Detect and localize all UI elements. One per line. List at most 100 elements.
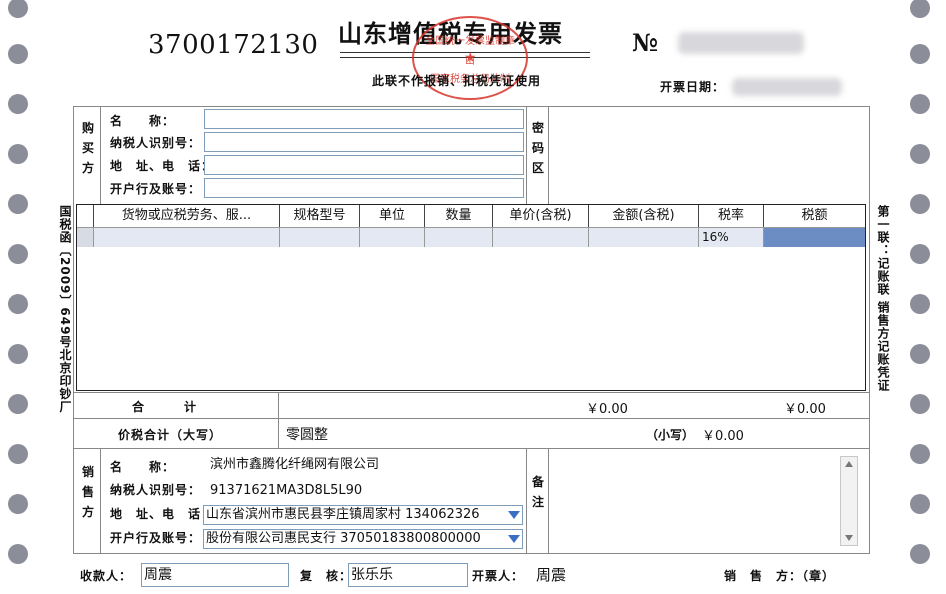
divider bbox=[548, 106, 549, 204]
combined-total-upper: 零圆整 bbox=[286, 427, 328, 443]
remarks-label: 备注 bbox=[531, 475, 544, 509]
item-qty-cell[interactable] bbox=[425, 227, 493, 247]
issuer-label: 开票人： bbox=[472, 569, 525, 583]
combined-small-label: （小写） bbox=[646, 428, 695, 442]
binder-hole bbox=[8, 294, 28, 314]
binder-hole bbox=[910, 194, 930, 214]
issue-date-label: 开票日期： bbox=[660, 80, 726, 94]
dropdown-arrow-icon[interactable] bbox=[508, 511, 520, 519]
binder-hole bbox=[8, 44, 28, 64]
copy-note: 第一联：记账联 销售方记账凭证 bbox=[876, 205, 890, 393]
row-selector[interactable] bbox=[77, 227, 94, 247]
seller-section-label: 销售方 bbox=[81, 465, 94, 519]
seller-address-select[interactable]: 山东省滨州市惠民县李庄镇周家村 134062326 bbox=[203, 505, 523, 525]
item-name-cell[interactable] bbox=[94, 227, 280, 247]
seller-bank-select[interactable]: 股份有限公司惠民支行 37050183800800000 bbox=[203, 529, 523, 549]
item-amount-cell[interactable] bbox=[589, 227, 699, 247]
seller-tax-id-value: 91371621MA3D8L5L90 bbox=[210, 483, 363, 498]
dropdown-arrow-icon[interactable] bbox=[508, 535, 520, 543]
divider bbox=[73, 392, 870, 393]
seller-name-value: 滨州市鑫腾化纤绳网有限公司 bbox=[210, 457, 380, 472]
invoice-number-label: № bbox=[632, 28, 659, 57]
issue-date-redacted bbox=[732, 78, 842, 96]
scroll-up-icon[interactable] bbox=[845, 461, 853, 467]
column-header[interactable]: 单位 bbox=[360, 205, 425, 227]
invoice-code: 3700172130 bbox=[148, 30, 319, 60]
item-spec-cell[interactable] bbox=[280, 227, 360, 247]
seller-seal-label: 销 售 方：（章） bbox=[724, 569, 836, 583]
invoice-subtitle: 此联不作报销、扣税凭证使用 bbox=[372, 74, 542, 88]
binder-hole bbox=[8, 0, 28, 18]
binder-holes-right bbox=[910, 0, 932, 594]
item-tax-rate-cell[interactable]: 16% bbox=[699, 227, 764, 247]
combined-total-label: 价税合计（大写） bbox=[118, 428, 223, 442]
binder-hole bbox=[910, 244, 930, 264]
item-tax-cell-selected[interactable] bbox=[764, 227, 865, 247]
buyer-name-label: 名 称： bbox=[110, 114, 176, 128]
total-amount: ￥0.00 bbox=[586, 402, 628, 417]
divider bbox=[73, 418, 870, 419]
buyer-tax-id-label: 纳税人识别号： bbox=[110, 136, 202, 150]
binder-hole bbox=[910, 394, 930, 414]
binder-hole bbox=[8, 94, 28, 114]
column-header[interactable]: 税额 bbox=[764, 205, 865, 227]
item-price-cell[interactable] bbox=[493, 227, 589, 247]
seller-bank-label: 开户行及账号： bbox=[110, 531, 202, 545]
issuer-value: 周震 bbox=[536, 566, 567, 584]
totals-label: 合 计 bbox=[132, 400, 198, 414]
row-header-cell bbox=[77, 205, 94, 227]
binder-hole bbox=[8, 394, 28, 414]
seal-top-text: 全国统一发票监制章 bbox=[425, 36, 515, 47]
binder-hole bbox=[910, 0, 930, 18]
binder-hole bbox=[910, 144, 930, 164]
binder-hole bbox=[8, 544, 28, 564]
binder-holes-left bbox=[8, 0, 30, 594]
column-header[interactable]: 税率 bbox=[699, 205, 764, 227]
column-header[interactable]: 金额(含税) bbox=[589, 205, 699, 227]
binder-hole bbox=[8, 444, 28, 464]
remarks-textarea[interactable] bbox=[551, 452, 839, 550]
binder-hole bbox=[8, 244, 28, 264]
total-tax: ￥0.00 bbox=[784, 402, 826, 417]
binder-hole bbox=[8, 144, 28, 164]
items-table: 货物或应税劳务、服... 规格型号 单位 数量 单价(含税) 金额(含税) 税率… bbox=[76, 204, 866, 391]
buyer-bank-input[interactable] bbox=[204, 178, 524, 198]
binder-hole bbox=[910, 94, 930, 114]
binder-hole bbox=[910, 544, 930, 564]
printer-note: 国税函〔2009〕649号北京印钞厂 bbox=[58, 205, 72, 414]
item-unit-cell[interactable] bbox=[360, 227, 425, 247]
column-header[interactable]: 货物或应税劳务、服... bbox=[94, 205, 280, 227]
binder-hole bbox=[910, 44, 930, 64]
binder-hole bbox=[8, 194, 28, 214]
binder-hole bbox=[910, 494, 930, 514]
scroll-down-icon[interactable] bbox=[845, 535, 853, 541]
reviewer-label: 复 核： bbox=[300, 569, 353, 583]
payee-label: 收款人： bbox=[80, 569, 133, 583]
divider bbox=[526, 448, 527, 554]
invoice-number-redacted bbox=[678, 32, 804, 54]
binder-hole bbox=[8, 494, 28, 514]
buyer-name-input[interactable] bbox=[204, 109, 524, 129]
divider bbox=[73, 448, 870, 449]
remarks-scrollbar[interactable] bbox=[840, 456, 858, 546]
column-header[interactable]: 规格型号 bbox=[280, 205, 360, 227]
binder-hole bbox=[910, 294, 930, 314]
seal-middle-text: 山 bbox=[465, 56, 475, 67]
divider bbox=[100, 448, 101, 554]
column-header[interactable]: 单价(含税) bbox=[493, 205, 589, 227]
buyer-tax-id-input[interactable] bbox=[204, 132, 524, 152]
seller-bank-value: 股份有限公司惠民支行 37050183800800000 bbox=[206, 531, 481, 546]
buyer-address-label: 地 址、电 话： bbox=[110, 159, 215, 173]
payee-input[interactable]: 周震 bbox=[141, 563, 289, 587]
password-area-label: 密码区 bbox=[531, 121, 544, 175]
seller-address-label: 地 址、电 话： bbox=[110, 507, 215, 521]
reviewer-input[interactable]: 张乐乐 bbox=[348, 563, 468, 587]
combined-total-small: ￥0.00 bbox=[702, 429, 744, 444]
divider bbox=[100, 106, 101, 204]
column-header[interactable]: 数量 bbox=[425, 205, 493, 227]
buyer-address-input[interactable] bbox=[204, 155, 524, 175]
binder-hole bbox=[910, 444, 930, 464]
buyer-bank-label: 开户行及账号： bbox=[110, 182, 202, 196]
seller-name-label: 名 称： bbox=[110, 460, 176, 474]
divider bbox=[526, 106, 527, 204]
